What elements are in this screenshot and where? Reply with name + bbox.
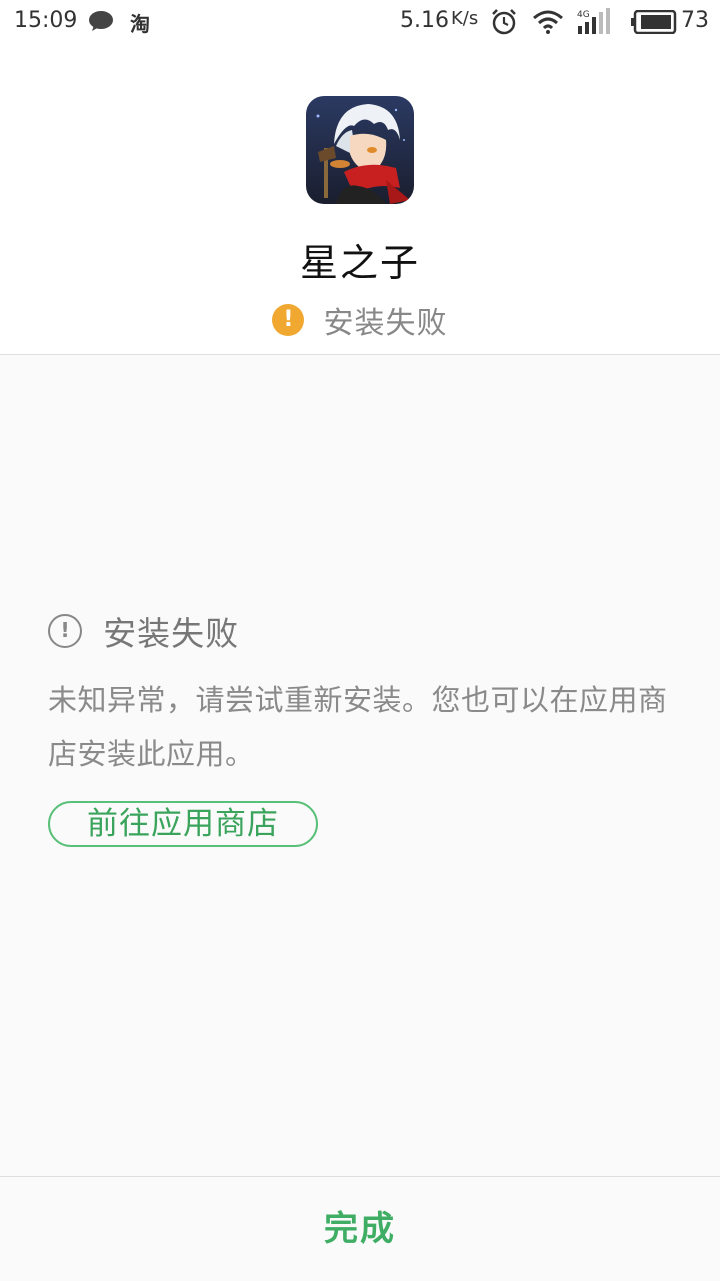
status-time: 15:09 (14, 8, 78, 33)
net-speed-unit: K/s (451, 8, 479, 29)
done-button[interactable]: 完成 (0, 1177, 720, 1281)
battery-level: 73 (681, 8, 709, 33)
go-to-app-store-button[interactable]: 前往应用商店 (48, 801, 318, 847)
status-bar: 15:09 淘 5.16 K/s 4G 73 (0, 0, 720, 44)
battery-icon (631, 9, 677, 35)
install-status-text: 安装失败 (323, 306, 448, 341)
error-description: 未知异常，请尝试重新安装。您也可以在应用商店安装此应用。 (48, 683, 668, 771)
wifi-icon (532, 9, 564, 35)
alarm-icon (490, 8, 518, 36)
warning-icon: ! (272, 304, 305, 336)
signal-icon: 4G (576, 8, 616, 36)
footer: 完成 (0, 1176, 720, 1281)
taobao-icon: 淘 (130, 12, 150, 36)
error-title: 安装失败 (103, 614, 240, 653)
error-title-row: ! 安装失败 (48, 607, 239, 653)
app-icon (306, 96, 414, 204)
message-icon (88, 10, 114, 32)
app-header: 星之子 ! 安装失败 (0, 44, 720, 355)
app-name: 星之子 (299, 241, 420, 285)
error-panel: ! 安装失败 未知异常，请尝试重新安装。您也可以在应用商店安装此应用。 前往应用… (0, 355, 720, 1176)
net-speed: 5.16 (400, 8, 449, 33)
install-status-row: ! 安装失败 (0, 298, 720, 341)
warning-outline-icon: ! (48, 614, 82, 648)
svg-text:4G: 4G (577, 10, 590, 20)
